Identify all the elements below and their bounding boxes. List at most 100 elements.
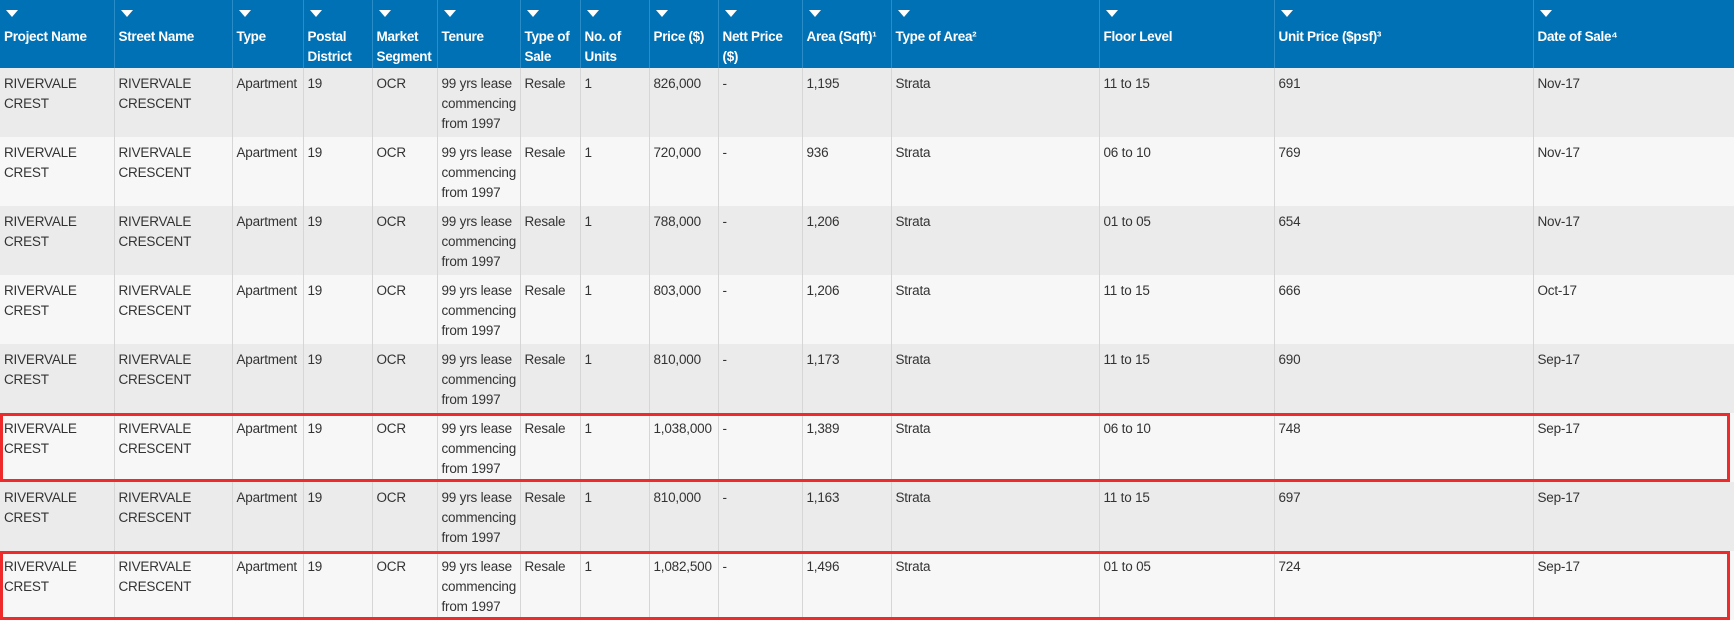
cell-date-of-sale: Sep-17 — [1533, 344, 1734, 413]
cell-price: 1,038,000 — [649, 413, 719, 482]
cell-date-of-sale: Nov-17 — [1533, 137, 1734, 206]
cell-floor-level: 11 to 15 — [1099, 68, 1275, 137]
column-header-unit-price[interactable]: Unit Price ($psf)³ — [1274, 0, 1534, 68]
table-row: RIVERVALE CREST RIVERVALE CRESCENT Apartme… — [0, 206, 1734, 275]
column-header-type[interactable]: Type — [232, 0, 304, 68]
cell-type-of-sale: Resale — [520, 413, 581, 482]
column-header-market-segment[interactable]: Market Segment — [372, 0, 438, 68]
cell-street-name: RIVERVALE CRESCENT — [114, 482, 233, 551]
cell-market-segment: OCR — [372, 344, 438, 413]
cell-floor-level: 11 to 15 — [1099, 482, 1275, 551]
table-row: RIVERVALE CREST RIVERVALE CRESCENT Apartme… — [0, 68, 1734, 137]
cell-date-of-sale: Sep-17 — [1533, 551, 1734, 620]
column-label: Nett Price ($) — [722, 29, 783, 64]
cell-type-of-area: Strata — [891, 551, 1100, 620]
cell-area-sqft: 1,173 — [802, 344, 892, 413]
column-header-no-of-units[interactable]: No. of Units — [580, 0, 650, 68]
cell-street-name: RIVERVALE CRESCENT — [114, 206, 233, 275]
caret-down-icon[interactable] — [6, 10, 18, 17]
column-label: Floor Level — [1103, 29, 1173, 44]
caret-down-icon[interactable] — [526, 10, 539, 17]
column-header-date-of-sale[interactable]: Date of Sale⁴ — [1533, 0, 1734, 68]
cell-market-segment: OCR — [372, 413, 438, 482]
cell-type: Apartment — [232, 482, 304, 551]
cell-unit-price: 724 — [1274, 551, 1534, 620]
cell-market-segment: OCR — [372, 68, 438, 137]
cell-type: Apartment — [232, 413, 304, 482]
column-label: Price ($) — [653, 29, 705, 44]
caret-down-icon[interactable] — [1105, 10, 1118, 17]
cell-market-segment: OCR — [372, 482, 438, 551]
column-header-type-of-area[interactable]: Type of Area² — [891, 0, 1100, 68]
cell-date-of-sale: Nov-17 — [1533, 206, 1734, 275]
cell-type-of-area: Strata — [891, 275, 1100, 344]
caret-down-icon[interactable] — [586, 10, 599, 17]
column-label: Market Segment — [376, 29, 432, 64]
column-header-postal-district[interactable]: Postal District — [303, 0, 373, 68]
cell-tenure: 99 yrs lease commencing from 1997 — [437, 68, 521, 137]
column-label: Type — [236, 29, 267, 44]
caret-down-icon[interactable] — [724, 10, 737, 17]
cell-market-segment: OCR — [372, 551, 438, 620]
cell-floor-level: 01 to 05 — [1099, 551, 1275, 620]
cell-tenure: 99 yrs lease commencing from 1997 — [437, 206, 521, 275]
column-header-price[interactable]: Price ($) — [649, 0, 719, 68]
cell-floor-level: 06 to 10 — [1099, 137, 1275, 206]
caret-down-icon[interactable] — [120, 10, 133, 17]
cell-type-of-area: Strata — [891, 482, 1100, 551]
cell-area-sqft: 1,206 — [802, 206, 892, 275]
cell-project-name: RIVERVALE CREST — [0, 344, 115, 413]
column-label: Area (Sqft)¹ — [806, 29, 877, 44]
cell-nett-price: - — [718, 413, 803, 482]
caret-down-icon[interactable] — [897, 10, 910, 17]
cell-date-of-sale: Sep-17 — [1533, 482, 1734, 551]
cell-postal-district: 19 — [303, 275, 373, 344]
cell-nett-price: - — [718, 482, 803, 551]
cell-project-name: RIVERVALE CREST — [0, 413, 115, 482]
column-header-tenure[interactable]: Tenure — [437, 0, 521, 68]
column-header-nett-price[interactable]: Nett Price ($) — [718, 0, 803, 68]
cell-price: 1,082,500 — [649, 551, 719, 620]
table-row-highlighted: RIVERVALE CREST RIVERVALE CRESCENT Apartme… — [0, 551, 1734, 620]
cell-area-sqft: 1,389 — [802, 413, 892, 482]
cell-type-of-sale: Resale — [520, 344, 581, 413]
cell-street-name: RIVERVALE CRESCENT — [114, 68, 233, 137]
cell-project-name: RIVERVALE CREST — [0, 551, 115, 620]
caret-down-icon[interactable] — [808, 10, 821, 17]
column-header-street-name[interactable]: Street Name — [114, 0, 233, 68]
cell-no-of-units: 1 — [580, 413, 650, 482]
caret-down-icon[interactable] — [1539, 10, 1552, 17]
column-header-type-of-sale[interactable]: Type of Sale — [520, 0, 581, 68]
transactions-table: Project Name Street Name Type Postal Dis… — [0, 0, 1734, 620]
column-label: Type of Area² — [895, 29, 977, 44]
cell-price: 810,000 — [649, 344, 719, 413]
cell-street-name: RIVERVALE CRESCENT — [114, 344, 233, 413]
caret-down-icon[interactable] — [238, 10, 251, 17]
cell-area-sqft: 936 — [802, 137, 892, 206]
cell-type: Apartment — [232, 275, 304, 344]
caret-down-icon[interactable] — [309, 10, 322, 17]
table-body: RIVERVALE CREST RIVERVALE CRESCENT Apartme… — [0, 68, 1734, 620]
cell-price: 788,000 — [649, 206, 719, 275]
cell-floor-level: 11 to 15 — [1099, 344, 1275, 413]
column-label: Type of Sale — [524, 29, 570, 64]
cell-tenure: 99 yrs lease commencing from 1997 — [437, 482, 521, 551]
cell-unit-price: 666 — [1274, 275, 1534, 344]
cell-type-of-sale: Resale — [520, 206, 581, 275]
table-row: RIVERVALE CREST RIVERVALE CRESCENT Apartme… — [0, 482, 1734, 551]
cell-area-sqft: 1,206 — [802, 275, 892, 344]
cell-nett-price: - — [718, 275, 803, 344]
caret-down-icon[interactable] — [655, 10, 668, 17]
caret-down-icon[interactable] — [443, 10, 456, 17]
column-header-area-sqft[interactable]: Area (Sqft)¹ — [802, 0, 892, 68]
caret-down-icon[interactable] — [378, 10, 391, 17]
transactions-view: Project Name Street Name Type Postal Dis… — [0, 0, 1734, 622]
column-header-project-name[interactable]: Project Name — [0, 0, 115, 68]
cell-type-of-sale: Resale — [520, 551, 581, 620]
cell-nett-price: - — [718, 206, 803, 275]
column-label: Project Name — [4, 29, 87, 44]
cell-project-name: RIVERVALE CREST — [0, 206, 115, 275]
column-header-floor-level[interactable]: Floor Level — [1099, 0, 1275, 68]
cell-street-name: RIVERVALE CRESCENT — [114, 275, 233, 344]
caret-down-icon[interactable] — [1280, 10, 1293, 17]
